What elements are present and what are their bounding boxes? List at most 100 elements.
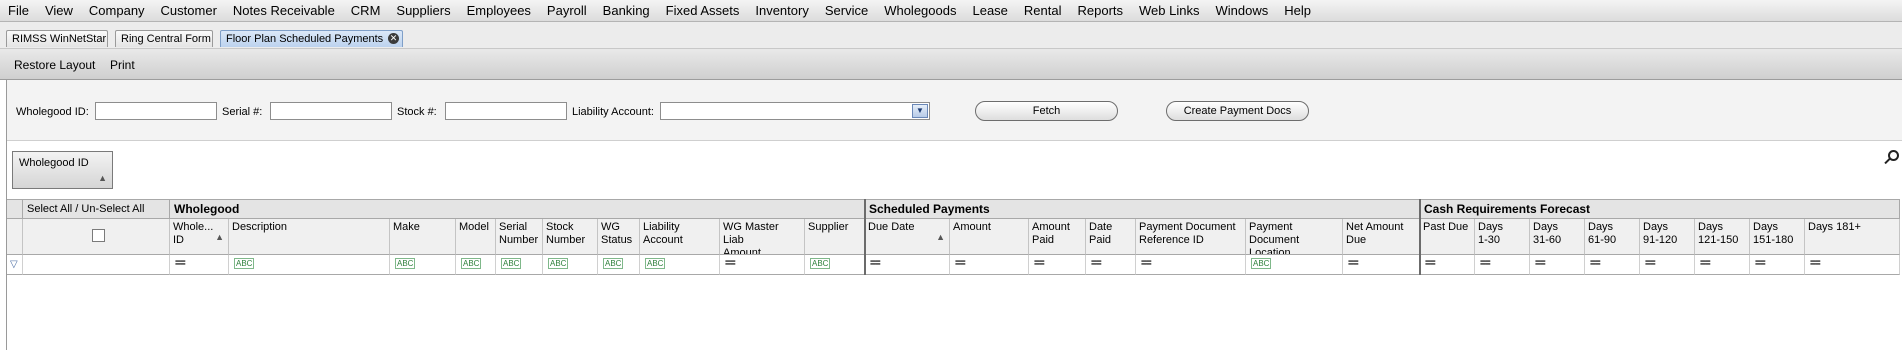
equals-filter-operator-icon[interactable]: == [1755, 258, 1766, 269]
column-header[interactable]: WG Master Liab Amount [720, 219, 805, 255]
filter-cell[interactable]: ABC [456, 255, 496, 275]
filter-cell[interactable]: == [1695, 255, 1750, 275]
restore-layout-button[interactable]: Restore Layout [14, 58, 95, 72]
column-header[interactable]: Days 181+ [1805, 219, 1900, 255]
filter-cell[interactable]: ABC [805, 255, 865, 275]
column-header[interactable]: Payment Document Location [1246, 219, 1343, 255]
column-header[interactable]: Supplier [805, 219, 865, 255]
equals-filter-operator-icon[interactable]: == [725, 258, 736, 269]
column-header[interactable]: Whole... ID ▲ [170, 219, 229, 255]
select-all-band[interactable]: Select All / Un-Select All [23, 199, 170, 219]
filter-cell[interactable]: == [950, 255, 1029, 275]
menu-item-reports[interactable]: Reports [1069, 3, 1131, 18]
menu-item-inventory[interactable]: Inventory [747, 3, 816, 18]
filter-cell[interactable]: == [1640, 255, 1695, 275]
equals-filter-operator-icon[interactable]: == [1034, 258, 1045, 269]
filter-cell[interactable]: == [1343, 255, 1420, 275]
filter-cell[interactable]: == [1475, 255, 1530, 275]
filter-cell[interactable]: == [720, 255, 805, 275]
filter-cell[interactable]: == [1420, 255, 1475, 275]
text-filter-operator-icon[interactable]: ABC [645, 257, 666, 269]
menu-item-employees[interactable]: Employees [459, 3, 539, 18]
column-header[interactable]: Days 91-120 [1640, 219, 1695, 255]
column-header[interactable]: Days 31-60 [1530, 219, 1585, 255]
column-header[interactable]: Serial Number [496, 219, 543, 255]
tab-rimss-winnetstar[interactable]: RIMSS WinNetStar [6, 30, 108, 47]
filter-cell[interactable]: ABC [1246, 255, 1343, 275]
filter-cell[interactable]: == [865, 255, 950, 275]
fetch-button[interactable]: Fetch [975, 101, 1118, 121]
equals-filter-operator-icon[interactable]: == [955, 258, 966, 269]
equals-filter-operator-icon[interactable]: == [1480, 258, 1491, 269]
menu-item-company[interactable]: Company [81, 3, 153, 18]
menu-item-fixed-assets[interactable]: Fixed Assets [658, 3, 748, 18]
create-payment-docs-button[interactable]: Create Payment Docs [1166, 101, 1309, 121]
menu-item-notes-receivable[interactable]: Notes Receivable [225, 3, 343, 18]
menu-item-customer[interactable]: Customer [153, 3, 225, 18]
menu-item-rental[interactable]: Rental [1016, 3, 1070, 18]
equals-filter-operator-icon[interactable]: == [1590, 258, 1601, 269]
filter-cell[interactable]: == [1530, 255, 1585, 275]
menu-item-web-links[interactable]: Web Links [1131, 3, 1207, 18]
filter-cell[interactable]: == [1585, 255, 1640, 275]
chevron-down-icon[interactable]: ▼ [912, 104, 928, 118]
stock-input[interactable] [445, 102, 567, 120]
equals-filter-operator-icon[interactable]: == [1141, 258, 1152, 269]
menu-item-help[interactable]: Help [1276, 3, 1319, 18]
column-header[interactable]: Amount Paid [1029, 219, 1086, 255]
text-filter-operator-icon[interactable]: ABC [603, 257, 624, 269]
column-header[interactable]: Model [456, 219, 496, 255]
column-header[interactable]: Stock Number [543, 219, 598, 255]
tab-ring-central-form[interactable]: Ring Central Form [115, 30, 213, 47]
equals-filter-operator-icon[interactable]: == [175, 258, 186, 269]
filter-cell[interactable]: == [170, 255, 229, 275]
column-header[interactable]: Liability Account [640, 219, 720, 255]
column-header[interactable]: Description [229, 219, 390, 255]
filter-cell[interactable]: == [1136, 255, 1246, 275]
menu-item-service[interactable]: Service [817, 3, 876, 18]
close-icon[interactable]: ✕ [388, 33, 399, 44]
filter-cell[interactable]: == [1805, 255, 1900, 275]
liability-account-select[interactable]: ▼ [660, 102, 930, 120]
column-header[interactable]: Past Due [1420, 219, 1475, 255]
text-filter-operator-icon[interactable]: ABC [810, 257, 831, 269]
menu-item-banking[interactable]: Banking [595, 3, 658, 18]
filter-cell[interactable]: ABC [390, 255, 456, 275]
menu-item-lease[interactable]: Lease [964, 3, 1015, 18]
filter-cell[interactable]: ABC [229, 255, 390, 275]
filter-cell[interactable]: == [1086, 255, 1136, 275]
equals-filter-operator-icon[interactable]: == [1091, 258, 1102, 269]
serial-input[interactable] [270, 102, 392, 120]
column-header[interactable]: Payment Document Reference ID [1136, 219, 1246, 255]
equals-filter-operator-icon[interactable]: == [1348, 258, 1359, 269]
text-filter-operator-icon[interactable]: ABC [548, 257, 569, 269]
column-header[interactable]: Days 121-150 [1695, 219, 1750, 255]
column-header[interactable]: Date Paid [1086, 219, 1136, 255]
equals-filter-operator-icon[interactable]: == [1700, 258, 1711, 269]
menu-item-windows[interactable]: Windows [1207, 3, 1276, 18]
filter-cell[interactable]: ABC [496, 255, 543, 275]
equals-filter-operator-icon[interactable]: == [1810, 258, 1821, 269]
text-filter-operator-icon[interactable]: ABC [395, 257, 416, 269]
tab-floor-plan-scheduled-payments[interactable]: Floor Plan Scheduled Payments ✕ [220, 30, 403, 47]
menu-item-view[interactable]: View [37, 3, 81, 18]
select-all-checkbox[interactable] [92, 229, 105, 242]
equals-filter-operator-icon[interactable]: == [1535, 258, 1546, 269]
column-header[interactable]: Make [390, 219, 456, 255]
menu-item-crm[interactable]: CRM [343, 3, 389, 18]
filter-cell[interactable]: ABC [543, 255, 598, 275]
column-header[interactable]: WG Status [598, 219, 640, 255]
text-filter-operator-icon[interactable]: ABC [234, 257, 255, 269]
filter-cell[interactable]: ABC [640, 255, 720, 275]
menu-item-suppliers[interactable]: Suppliers [388, 3, 458, 18]
filter-cell[interactable]: == [1750, 255, 1805, 275]
menu-item-payroll[interactable]: Payroll [539, 3, 595, 18]
text-filter-operator-icon[interactable]: ABC [461, 257, 482, 269]
text-filter-operator-icon[interactable]: ABC [501, 257, 522, 269]
print-button[interactable]: Print [110, 58, 135, 72]
equals-filter-operator-icon[interactable]: == [1425, 258, 1436, 269]
column-header[interactable]: Days 151-180 [1750, 219, 1805, 255]
column-header[interactable]: Days 1-30 [1475, 219, 1530, 255]
group-by-wholegood-id-chip[interactable]: Wholegood ID ▲ [12, 151, 113, 189]
column-header[interactable]: Net Amount Due [1343, 219, 1420, 255]
